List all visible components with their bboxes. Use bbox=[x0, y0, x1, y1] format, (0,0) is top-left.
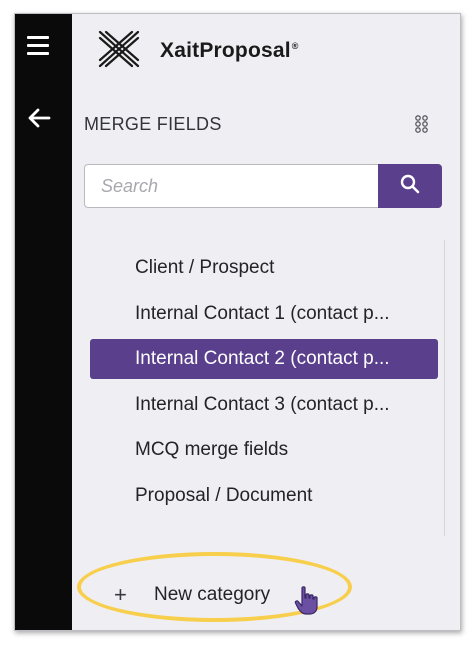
hand-pointer-icon bbox=[294, 586, 320, 616]
grid-dots-icon[interactable] bbox=[414, 114, 430, 134]
category-item-internal-contact-1[interactable]: Internal Contact 1 (contact p... bbox=[90, 294, 438, 334]
category-item-internal-contact-3[interactable]: Internal Contact 3 (contact p... bbox=[90, 385, 438, 425]
search-button[interactable] bbox=[378, 164, 442, 208]
category-item-proposal-document[interactable]: Proposal / Document bbox=[90, 476, 438, 516]
plus-icon: + bbox=[114, 582, 127, 607]
new-category-label: New category bbox=[154, 584, 271, 605]
search-bar bbox=[84, 164, 442, 208]
category-item-mcq-merge-fields[interactable]: MCQ merge fields bbox=[90, 430, 438, 470]
new-category-button[interactable]: + New category bbox=[114, 580, 270, 610]
search-icon bbox=[400, 174, 420, 199]
app-name: XaitProposal® bbox=[160, 39, 299, 63]
list-scroll-divider bbox=[444, 240, 445, 536]
hamburger-menu-icon[interactable] bbox=[27, 36, 51, 55]
brand: XaitProposal® bbox=[96, 29, 299, 74]
xait-logo-icon bbox=[96, 29, 142, 74]
panel-title: MERGE FIELDS bbox=[84, 114, 222, 134]
trademark-mark: ® bbox=[291, 41, 299, 51]
arrow-left-icon[interactable] bbox=[25, 106, 53, 130]
category-list: Client / Prospect Internal Contact 1 (co… bbox=[90, 248, 438, 521]
main-panel: XaitProposal® MERGE FIELDS Search Client… bbox=[72, 14, 460, 630]
search-input[interactable] bbox=[84, 164, 378, 208]
left-rail bbox=[15, 14, 72, 630]
category-item-internal-contact-2[interactable]: Internal Contact 2 (contact p... bbox=[90, 339, 438, 379]
app-window: XaitProposal® MERGE FIELDS Search Client… bbox=[14, 13, 461, 631]
app-name-text: XaitProposal bbox=[160, 39, 291, 62]
category-item-client-prospect[interactable]: Client / Prospect bbox=[90, 248, 438, 288]
